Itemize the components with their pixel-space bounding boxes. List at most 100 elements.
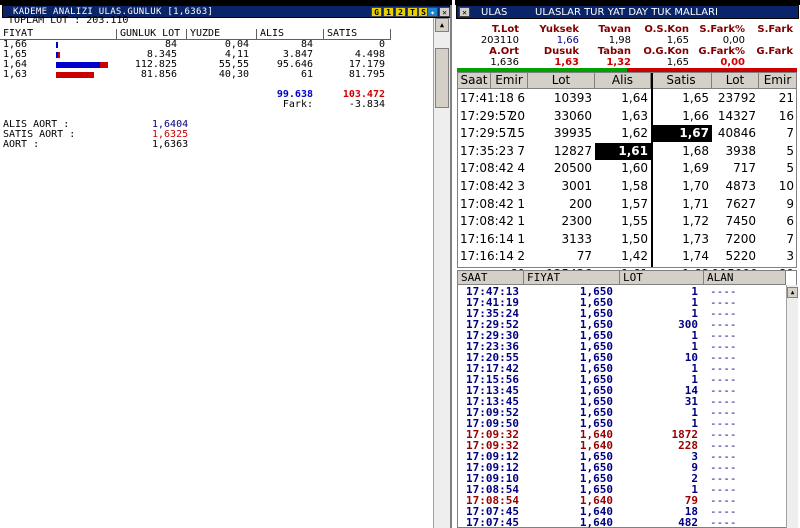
depth-header-satis[interactable]: Satis xyxy=(651,73,712,89)
satis-volume-bar xyxy=(56,72,94,78)
depth-header-alis[interactable]: Alis xyxy=(595,73,651,89)
sum-h1-5: S.Fark xyxy=(757,24,793,35)
alis-cell: 61 xyxy=(300,69,313,80)
trades-scrollbar[interactable]: ▲ xyxy=(786,285,798,528)
depth-cell: 1 xyxy=(517,231,525,246)
sum-h2-1: Dusuk xyxy=(543,46,579,57)
depth-row[interactable]: 17:08:42 1 2300 1,55 1,72 7450 6 xyxy=(458,213,798,230)
depth-cell: 6 xyxy=(786,214,794,229)
aort-label: AORT : xyxy=(3,139,40,150)
depth-header-lot[interactable]: Lot xyxy=(528,73,595,89)
depth-row[interactable]: 1,63 81.856 40,30 61 81.795 xyxy=(0,70,433,80)
scroll-thumb[interactable] xyxy=(435,48,449,108)
pct-cell: 40,30 xyxy=(218,69,249,80)
depth-cell: 1,67 xyxy=(651,125,712,143)
depth-cell: 12827 xyxy=(553,143,592,158)
depth-cell: 1,70 xyxy=(682,179,709,193)
market-depth-table: Saat Emir Lot Alis Satis Lot Emir 17:41:18 6 103… xyxy=(457,72,798,297)
sum-h1-1: Yuksek xyxy=(539,24,579,35)
one-button[interactable]: 1 xyxy=(383,7,394,17)
depth-cell: 2300 xyxy=(561,214,592,229)
lot-cell: 81.856 xyxy=(140,69,177,80)
sum-v1-1: 1,66 xyxy=(556,35,579,46)
depth-row[interactable]: 17:08:42 4 20500 1,60 1,69 717 5 xyxy=(458,160,798,177)
depth-cell: 3 xyxy=(786,249,794,264)
depth-header-lot[interactable]: Lot xyxy=(712,73,759,89)
depth-cell: 10393 xyxy=(553,91,592,105)
depth-row[interactable]: 17:16:14 1 3133 1,50 1,73 7200 7 xyxy=(458,231,798,248)
depth-cell: 5 xyxy=(786,161,794,176)
sum-h1-2: Tavan xyxy=(598,24,631,35)
depth-cell: 6 xyxy=(517,91,525,105)
depth-cell: 5 xyxy=(786,143,794,158)
depth-cell: 3001 xyxy=(561,179,592,193)
sum-v2-1: 1,63 xyxy=(554,57,579,68)
depth-cell: 3133 xyxy=(561,231,592,246)
symbol-detail-window: ✕ ULAS ULASLAR TUR YAT DAY TUK MALLARI T… xyxy=(455,0,800,528)
depth-cell: 717 xyxy=(733,161,756,176)
depth-cell: 3 xyxy=(517,179,525,193)
depth-cell: 1,50 xyxy=(621,231,648,246)
sum-v1-3: 1,65 xyxy=(666,35,689,46)
t-button[interactable]: T xyxy=(407,7,418,17)
sum-v2-3: 1,65 xyxy=(666,57,689,68)
depth-header-saat[interactable]: Saat xyxy=(458,73,491,89)
sum-h2-0: A.Ort xyxy=(489,46,519,57)
depth-row[interactable]: 17:08:42 3 3001 1,58 1,70 4873 10 xyxy=(458,178,798,195)
sum-h1-0: T.Lot xyxy=(491,24,519,35)
satis-volume-bar xyxy=(100,62,108,68)
trades-table: SAAT FIYAT LOT ALAN 17:47:13 1,650 1 ---- 17… xyxy=(457,270,798,528)
depth-row[interactable]: 17:16:14 2 77 1,42 1,74 5220 3 xyxy=(458,248,798,265)
trades-header-saat[interactable]: SAAT xyxy=(458,271,524,285)
depth-cell: 14327 xyxy=(717,108,756,123)
two-button[interactable]: 2 xyxy=(395,7,406,17)
trades-header-fiyat[interactable]: FIYAT xyxy=(524,271,620,285)
depth-cell: 1,63 xyxy=(621,108,648,123)
fark-row: Fark: -3.834 xyxy=(0,100,433,110)
scroll-up-icon[interactable]: ▲ xyxy=(787,287,798,298)
depth-cell: 1,71 xyxy=(682,196,709,211)
trade-time: 17:07:45 xyxy=(466,516,519,528)
depth-cell: 1,73 xyxy=(682,231,709,246)
trade-lot: 482 xyxy=(678,516,698,528)
depth-cell: 1,57 xyxy=(621,196,648,211)
depth-cell: 40846 xyxy=(717,126,756,141)
aort-value: 1,6363 xyxy=(152,139,189,150)
sum-h1-4: S.Fark% xyxy=(699,24,745,35)
depth-row[interactable]: 17:29:57 15 39935 1,62 1,67 40846 7 xyxy=(458,125,798,143)
depth-row[interactable]: 17:29:57 20 33060 1,63 1,66 14327 16 xyxy=(458,108,798,125)
total-lot-line: TOPLAM LOT : 203.110 xyxy=(8,15,128,26)
scroll-up-icon[interactable]: ▲ xyxy=(435,18,449,32)
alis-volume-bar xyxy=(56,62,100,68)
right-title-bar[interactable]: ✕ ULAS ULASLAR TUR YAT DAY TUK MALLARI xyxy=(456,5,799,19)
trades-header-alan[interactable]: ALAN xyxy=(704,271,786,285)
depth-row[interactable]: 17:08:42 1 200 1,57 1,71 7627 9 xyxy=(458,196,798,213)
trade-buyer: ---- xyxy=(710,516,737,528)
close-button[interactable]: ✕ xyxy=(439,7,450,17)
depth-cell: 20 xyxy=(509,108,525,123)
depth-cell: 1,68 xyxy=(682,143,709,158)
close-icon[interactable]: ✕ xyxy=(459,7,470,17)
header-alis[interactable]: ALIS xyxy=(257,29,324,40)
depth-cell: 4873 xyxy=(725,179,756,193)
depth-cell: 4 xyxy=(517,161,525,176)
depth-row[interactable]: 17:41:18 6 10393 1,64 1,65 23792 21 xyxy=(458,90,798,107)
trade-row[interactable]: 17:07:45 1,640 482 ---- xyxy=(458,517,784,528)
depth-cell: 21 xyxy=(778,91,794,105)
depth-cell: 5220 xyxy=(725,249,756,264)
depth-header-emir[interactable]: Emir xyxy=(759,73,797,89)
twitter-icon[interactable]: ✦ xyxy=(427,7,438,17)
bid-ask-divider xyxy=(651,73,653,267)
left-scrollbar[interactable]: ▲ xyxy=(433,18,450,528)
depth-row[interactable]: 17:35:23 7 12827 1,61 1,68 3938 5 xyxy=(458,142,798,160)
depth-cell: 1 xyxy=(517,214,525,229)
depth-header-emir[interactable]: Emir xyxy=(491,73,528,89)
fark-label: Fark: xyxy=(282,99,313,110)
depth-cell: 7627 xyxy=(725,196,756,211)
g-button[interactable]: G xyxy=(371,7,382,17)
trade-price: 1,640 xyxy=(579,516,613,528)
trades-header-lot[interactable]: LOT xyxy=(620,271,704,285)
depth-cell: 1,61 xyxy=(595,142,651,160)
depth-cell: 10 xyxy=(778,179,794,193)
depth-cell: 1,58 xyxy=(621,179,648,193)
